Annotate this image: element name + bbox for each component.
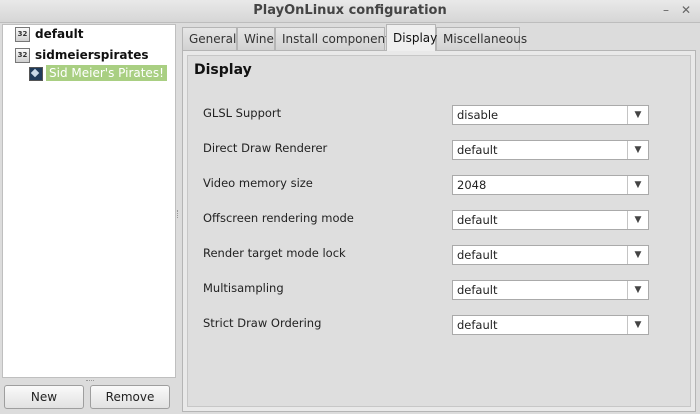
video-memory-size-label: Video memory size bbox=[203, 176, 313, 190]
direct-draw-renderer-select[interactable]: default ▼ bbox=[452, 140, 649, 160]
render-target-mode-lock-select[interactable]: default ▼ bbox=[452, 245, 649, 265]
tab-install-components[interactable]: Install components bbox=[275, 27, 396, 50]
dropdown-arrow-icon: ▼ bbox=[627, 106, 648, 124]
glsl-support-select[interactable]: disable ▼ bbox=[452, 105, 649, 125]
tab-display[interactable]: Display bbox=[386, 24, 437, 51]
remove-button[interactable]: Remove bbox=[90, 385, 170, 409]
dropdown-arrow-icon: ▼ bbox=[627, 211, 648, 229]
tree-item-sid-meiers-pirates[interactable]: Sid Meier's Pirates! bbox=[29, 65, 167, 81]
dropdown-arrow-icon: ▼ bbox=[627, 281, 648, 299]
select-value: 2048 bbox=[457, 178, 487, 192]
display-panel-body: Display GLSL Support disable ▼ Direct Dr… bbox=[187, 55, 691, 407]
render-target-mode-lock-label: Render target mode lock bbox=[203, 246, 346, 260]
dropdown-arrow-icon: ▼ bbox=[627, 141, 648, 159]
tab-general[interactable]: General bbox=[182, 27, 237, 50]
close-icon[interactable]: ✕ bbox=[678, 2, 694, 18]
panel-title: Display bbox=[194, 62, 252, 78]
resize-grip-handle[interactable] bbox=[86, 380, 94, 384]
tab-miscellaneous[interactable]: Miscellaneous bbox=[436, 27, 527, 50]
select-value: default bbox=[457, 143, 498, 157]
prefix-32-icon: 32 bbox=[15, 27, 30, 42]
offscreen-rendering-mode-label: Offscreen rendering mode bbox=[203, 211, 354, 225]
minimize-icon[interactable]: – bbox=[658, 2, 674, 18]
select-value: default bbox=[457, 318, 498, 332]
multisampling-label: Multisampling bbox=[203, 281, 284, 295]
config-window: PlayOnLinux configuration – ✕ 32 default … bbox=[0, 0, 700, 414]
title-bar: PlayOnLinux configuration – ✕ bbox=[0, 0, 700, 23]
tree-item-label: default bbox=[35, 27, 84, 41]
prefix-32-icon: 32 bbox=[15, 48, 30, 63]
video-memory-size-select[interactable]: 2048 ▼ bbox=[452, 175, 649, 195]
tree-item-label: sidmeierspirates bbox=[35, 48, 149, 62]
select-value: default bbox=[457, 213, 498, 227]
select-value: default bbox=[457, 283, 498, 297]
tree-item-label: Sid Meier's Pirates! bbox=[46, 65, 167, 81]
select-value: disable bbox=[457, 108, 499, 122]
strict-draw-ordering-label: Strict Draw Ordering bbox=[203, 316, 322, 330]
dropdown-arrow-icon: ▼ bbox=[627, 176, 648, 194]
tab-wine[interactable]: Wine bbox=[237, 27, 275, 50]
select-value: default bbox=[457, 248, 498, 262]
direct-draw-renderer-label: Direct Draw Renderer bbox=[203, 141, 328, 155]
dropdown-arrow-icon: ▼ bbox=[627, 316, 648, 334]
tree-item-sidmeierspirates[interactable]: 32 sidmeierspirates bbox=[15, 46, 149, 64]
multisampling-select[interactable]: default ▼ bbox=[452, 280, 649, 300]
glsl-support-label: GLSL Support bbox=[203, 106, 282, 120]
new-button[interactable]: New bbox=[4, 385, 84, 409]
offscreen-rendering-mode-select[interactable]: default ▼ bbox=[452, 210, 649, 230]
pane-splitter-handle[interactable] bbox=[177, 210, 181, 218]
window-title: PlayOnLinux configuration bbox=[253, 3, 447, 18]
game-icon bbox=[29, 66, 43, 81]
strict-draw-ordering-select[interactable]: default ▼ bbox=[452, 315, 649, 335]
display-panel: Display GLSL Support disable ▼ Direct Dr… bbox=[182, 50, 696, 412]
prefix-tree: 32 default 32 sidmeierspirates Sid Meier's… bbox=[2, 24, 176, 378]
tree-item-default[interactable]: 32 default bbox=[15, 25, 83, 43]
dropdown-arrow-icon: ▼ bbox=[627, 246, 648, 264]
